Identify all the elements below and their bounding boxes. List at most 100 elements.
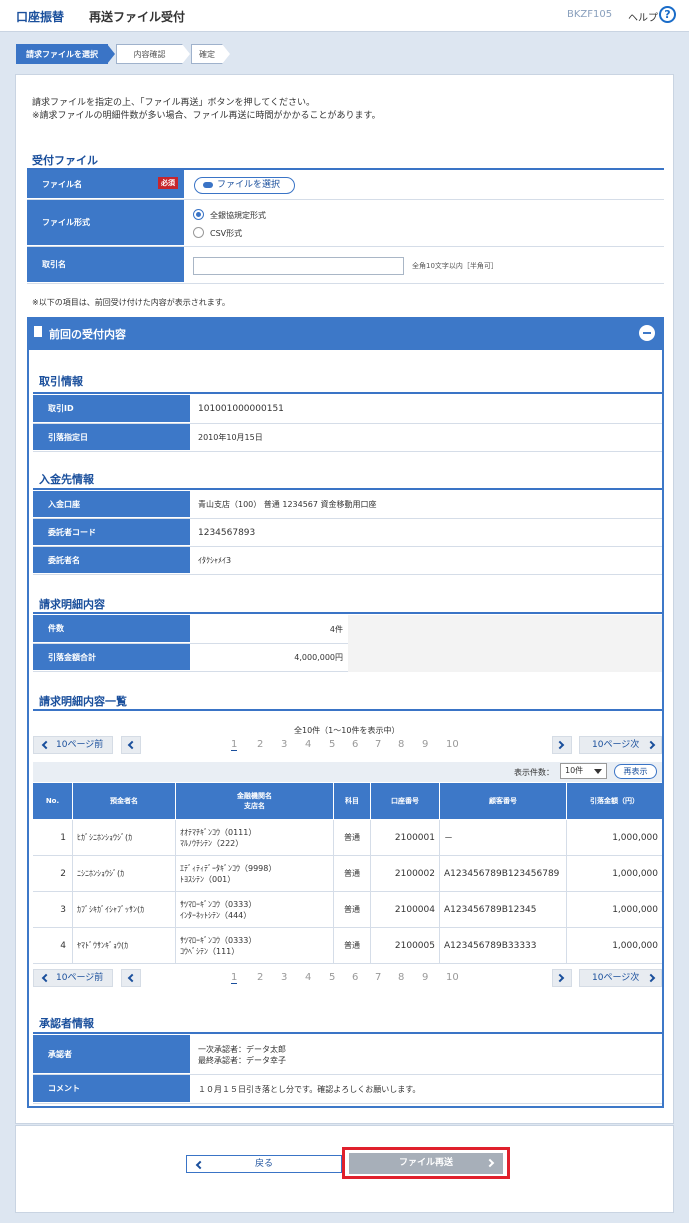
intro-line-2: ※請求ファイルの明細件数が多い場合、ファイル再送に時間がかかることがあります。: [32, 111, 381, 121]
page-link-9[interactable]: 9: [422, 972, 428, 983]
page-link-2[interactable]: 2: [257, 972, 263, 983]
payee-section-title: 入金先情報: [39, 473, 94, 486]
cell-account: 2100004: [371, 892, 440, 928]
upload-section-title: 受付ファイル: [32, 154, 98, 167]
page-link-7[interactable]: 7: [375, 739, 381, 750]
col-type: 科目: [334, 783, 371, 819]
cell-depositor: ﾋｶﾞｼﾆﾎﾝｼｮｳｼﾞ(ｶ: [73, 820, 176, 856]
help-link[interactable]: ヘルプ: [628, 9, 658, 24]
page-link-1[interactable]: 1: [231, 972, 238, 984]
page-link-7[interactable]: 7: [375, 972, 381, 983]
next-page-button[interactable]: [552, 969, 572, 987]
prev10-label: 10ページ前: [56, 973, 104, 983]
cell-no: 3: [33, 892, 73, 928]
page-link-2[interactable]: 2: [257, 739, 263, 750]
next-page-button[interactable]: [552, 736, 572, 754]
final-approver: 最終承認者：データ幸子: [198, 1056, 286, 1065]
page-title: 再送ファイル受付: [89, 10, 186, 24]
page-link-6[interactable]: 6: [352, 972, 358, 983]
comment-label-text: コメント: [48, 1084, 80, 1093]
page-link-10[interactable]: 10: [446, 739, 459, 750]
display-count-label: 表示件数：: [514, 768, 554, 777]
resend-label: ファイル再送: [398, 1158, 453, 1168]
cell-depositor: ﾆｼﾆﾎﾝｼｮｳｼﾞ(ｶ: [73, 856, 176, 892]
prev-page-button[interactable]: [121, 736, 141, 754]
back-button[interactable]: 戻る: [186, 1155, 342, 1173]
section-divider: [33, 1032, 662, 1034]
trade-date-row: 引落指定日 2010年10月15日: [33, 424, 662, 452]
page-link-3[interactable]: 3: [281, 972, 287, 983]
file-label-text: ファイル名: [42, 179, 82, 189]
next10-button[interactable]: 10ページ次: [579, 969, 662, 987]
cell-bank: ｵｵﾃﾏﾁｷﾞﾝｺｳ（0111） ﾏﾙﾉｳﾁｼﾃﾝ（222）: [176, 820, 334, 856]
page-link-8[interactable]: 8: [398, 739, 404, 750]
page-link-4[interactable]: 4: [305, 972, 311, 983]
prev10-label: 10ページ前: [56, 740, 104, 750]
cell-no: 4: [33, 928, 73, 964]
trade-name-hint: 全角10文字以内［半角可］: [412, 262, 498, 270]
step-confirm: 内容確認: [116, 44, 190, 64]
branch-name: ﾏﾙﾉｳﾁｼﾃﾝ（222）: [180, 838, 244, 848]
required-badge: 必須: [158, 177, 178, 189]
format-zengin-radio[interactable]: [193, 209, 204, 220]
file-row: ファイル名 必須: [27, 170, 664, 200]
trade-name-input[interactable]: [193, 257, 404, 275]
trade-id-row: 取引ID 101001000000151: [33, 395, 662, 424]
cell-amount: 1,000,000: [567, 928, 662, 964]
chevron-right-icon: [555, 740, 565, 750]
chevron-left-icon: [41, 973, 51, 983]
section-divider: [33, 392, 662, 394]
cell-bank: ｻﾂﾏﾛｰｷﾞﾝｺｳ（0333） ｺｳﾍﾞｼﾃﾝ（111）: [176, 928, 334, 964]
branch-name: ｲﾝﾀｰﾈｯﾄｼﾃﾝ（444）: [180, 910, 252, 920]
page-link-4[interactable]: 4: [305, 739, 311, 750]
page-link-5[interactable]: 5: [329, 739, 335, 750]
trade-section-title: 取引情報: [39, 375, 83, 388]
bank-name: ｴﾃﾞｨﾃｨﾃﾞｰﾀｷﾞﾝｺｳ（9998）: [180, 863, 277, 873]
format-csv-radio[interactable]: [193, 227, 204, 238]
prev-page-button[interactable]: [121, 969, 141, 987]
count-label: 件数: [33, 615, 190, 643]
detail-section-title: 請求明細内容: [39, 598, 105, 611]
total-value: 4,000,000円: [294, 653, 343, 662]
branch-name: ｺｳﾍﾞｼﾃﾝ（111）: [180, 946, 240, 956]
trade-id-value: 101001000000151: [198, 404, 284, 414]
display-count-select[interactable]: 10件: [560, 763, 607, 779]
cell-account: 2100001: [371, 820, 440, 856]
collapse-icon[interactable]: [639, 325, 655, 341]
payee-account-label: 入金口座: [33, 491, 190, 518]
page-link-1[interactable]: 1: [231, 739, 238, 751]
consignor-code-row: 委託者コード 1234567893: [33, 519, 662, 547]
total-row: 引落金額合計 4,000,000円: [33, 644, 348, 672]
pager-bottom: 10ページ前 1 2 3 4 5 6 7 8 9 10 10ページ次: [33, 969, 662, 987]
chevron-right-icon: [555, 973, 565, 983]
total-label: 引落金額合計: [33, 644, 190, 671]
back-label: 戻る: [254, 1159, 273, 1169]
reshow-button[interactable]: 再表示: [614, 764, 657, 779]
document-icon: [34, 326, 42, 337]
cell-type: 普通: [334, 820, 371, 856]
page-link-8[interactable]: 8: [398, 972, 404, 983]
page-link-10[interactable]: 10: [446, 972, 459, 983]
cell-depositor: ﾔﾏﾄﾞｳｻﾝｷﾞｮｳ(ｶ: [73, 928, 176, 964]
page-link-3[interactable]: 3: [281, 739, 287, 750]
page-link-6[interactable]: 6: [352, 739, 358, 750]
first-approver: 一次承認者：データ太郎: [198, 1045, 286, 1054]
detail-blank-area: [348, 615, 662, 672]
step-finish: 確定: [191, 44, 230, 64]
help-icon[interactable]: ?: [659, 6, 676, 23]
name-label-text: 取引名: [42, 260, 66, 269]
page-link-9[interactable]: 9: [422, 739, 428, 750]
consignor-name-label: 委託者名: [33, 547, 190, 574]
select-file-button[interactable]: ファイルを選択: [194, 177, 295, 194]
step-label: 内容確認: [133, 50, 166, 59]
prev10-button[interactable]: 10ページ前: [33, 969, 113, 987]
chevron-left-icon: [127, 740, 137, 750]
prev10-button[interactable]: 10ページ前: [33, 736, 113, 754]
format-csv-label: CSV形式: [210, 229, 243, 238]
cloud-upload-icon: [203, 182, 213, 188]
page-link-5[interactable]: 5: [329, 972, 335, 983]
resend-button[interactable]: ファイル再送: [349, 1153, 503, 1174]
approver-label-text: 承認者: [48, 1049, 72, 1059]
next10-button[interactable]: 10ページ次: [579, 736, 662, 754]
previous-accordion-header[interactable]: 前回の受付内容: [27, 317, 664, 350]
